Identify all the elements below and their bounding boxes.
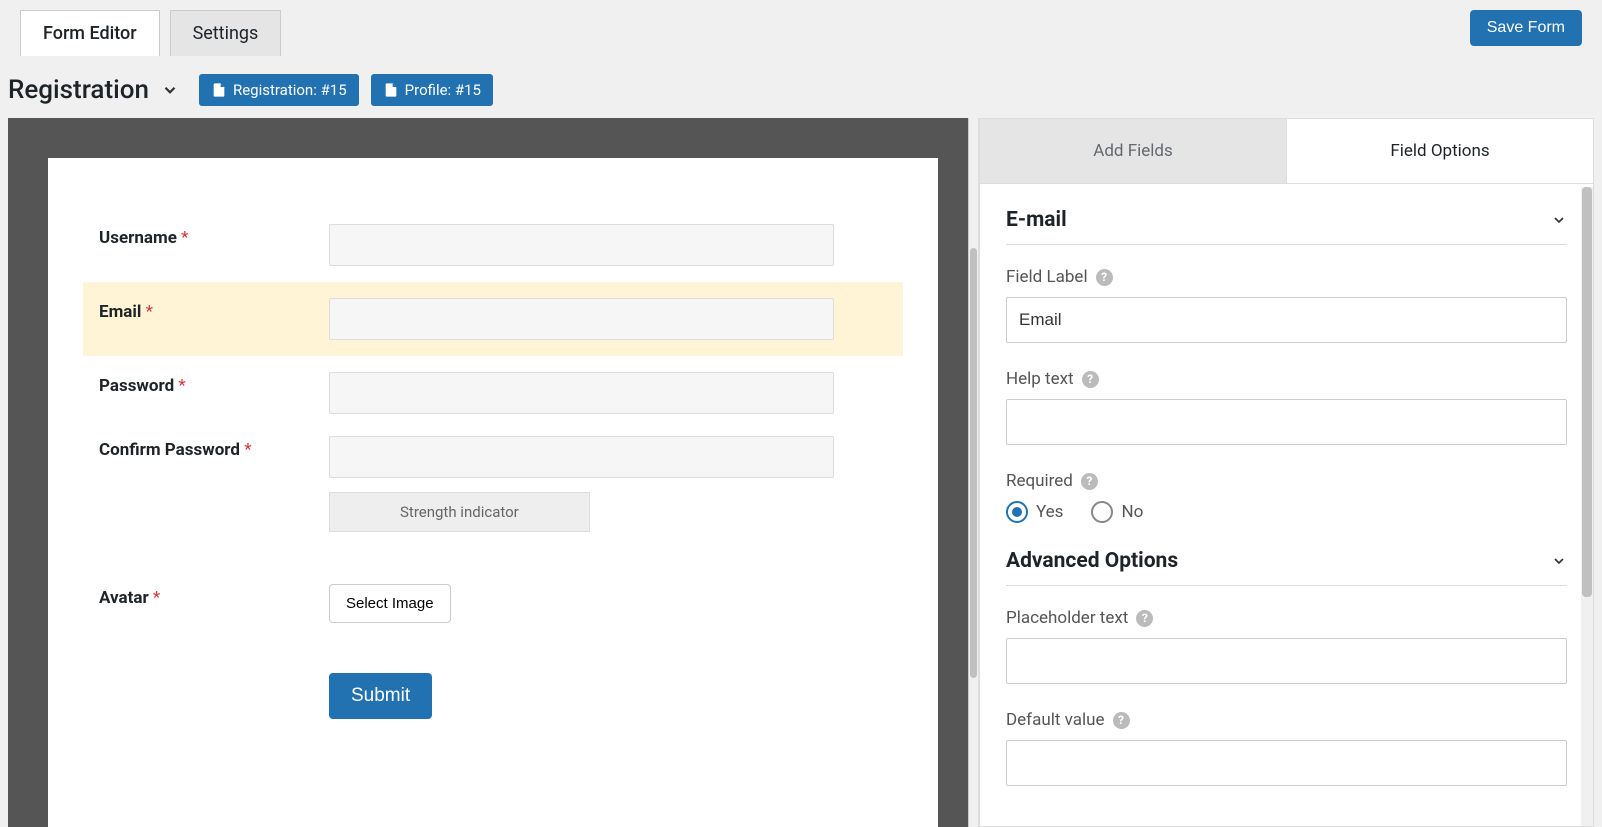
required-label: Required [1006, 471, 1073, 491]
advanced-options-title: Advanced Options [1006, 549, 1178, 573]
required-asterisk: * [178, 376, 185, 396]
page-title-text: Registration [8, 75, 149, 105]
field-confirm-password[interactable]: Confirm Password * Strength indicator [83, 430, 903, 548]
field-email[interactable]: Email * [83, 282, 903, 356]
help-icon[interactable]: ? [1113, 712, 1130, 729]
placeholder-text-label: Placeholder text [1006, 608, 1128, 628]
required-no-label: No [1121, 502, 1143, 522]
tab-field-options[interactable]: Field Options [1287, 119, 1593, 183]
help-icon[interactable]: ? [1096, 269, 1113, 286]
username-label: Username [99, 228, 177, 248]
tab-settings[interactable]: Settings [170, 10, 282, 56]
submit-button[interactable]: Submit [329, 673, 432, 719]
select-image-button[interactable]: Select Image [329, 584, 451, 623]
email-input[interactable] [329, 298, 834, 340]
registration-pill-label: Registration: #15 [233, 81, 347, 99]
required-asterisk: * [244, 440, 251, 460]
section-advanced-options[interactable]: Advanced Options [1006, 549, 1567, 586]
avatar-label: Avatar [99, 588, 149, 608]
default-value-label: Default value [1006, 710, 1105, 730]
field-avatar[interactable]: Avatar * Select Image [83, 568, 903, 639]
help-text-input[interactable] [1006, 399, 1567, 445]
section-title: E-mail [1006, 208, 1067, 232]
field-label-label: Field Label [1006, 267, 1088, 287]
page-icon [211, 82, 227, 98]
help-icon[interactable]: ? [1082, 371, 1099, 388]
default-value-input[interactable] [1006, 740, 1567, 786]
email-label: Email [99, 302, 141, 322]
tab-add-fields[interactable]: Add Fields [980, 119, 1287, 183]
help-text-label: Help text [1006, 369, 1074, 389]
password-label: Password [99, 376, 174, 396]
save-form-button[interactable]: Save Form [1470, 10, 1582, 46]
required-asterisk: * [181, 228, 188, 248]
confirm-password-label: Confirm Password [99, 440, 240, 460]
help-icon[interactable]: ? [1136, 610, 1153, 627]
form-preview-area: Username * Email * Password * Confirm Pa… [8, 118, 979, 827]
chevron-down-icon [161, 81, 179, 99]
placeholder-text-input[interactable] [1006, 638, 1567, 684]
registration-page-pill[interactable]: Registration: #15 [199, 74, 359, 106]
field-password[interactable]: Password * [83, 356, 903, 430]
tab-form-editor[interactable]: Form Editor [20, 10, 160, 56]
required-yes-label: Yes [1036, 502, 1063, 522]
side-scrollbar[interactable] [1581, 187, 1593, 826]
section-email[interactable]: E-mail [1006, 208, 1567, 245]
confirm-password-input[interactable] [329, 436, 834, 478]
page-icon [383, 82, 399, 98]
field-username[interactable]: Username * [83, 208, 903, 282]
profile-page-pill[interactable]: Profile: #15 [371, 74, 493, 106]
preview-scrollbar[interactable] [968, 118, 978, 827]
preview-scrollbar-thumb[interactable] [970, 248, 977, 678]
page-title[interactable]: Registration [8, 75, 179, 105]
chevron-down-icon [1551, 212, 1567, 228]
username-input[interactable] [329, 224, 834, 266]
strength-indicator: Strength indicator [329, 492, 590, 532]
required-no-radio[interactable]: No [1091, 501, 1143, 523]
profile-pill-label: Profile: #15 [405, 81, 481, 99]
help-icon[interactable]: ? [1081, 473, 1098, 490]
chevron-down-icon [1551, 553, 1567, 569]
field-label-input[interactable] [1006, 297, 1567, 343]
side-scrollbar-thumb[interactable] [1582, 187, 1592, 597]
required-asterisk: * [153, 588, 160, 608]
required-yes-radio[interactable]: Yes [1006, 501, 1063, 523]
required-asterisk: * [146, 302, 153, 322]
password-input[interactable] [329, 372, 834, 414]
